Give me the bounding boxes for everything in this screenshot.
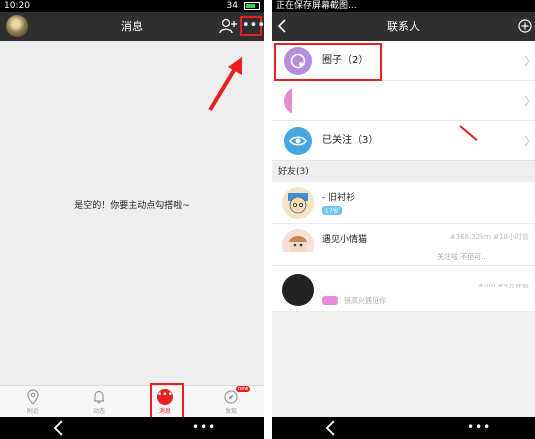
add-friend-icon[interactable] xyxy=(219,18,237,34)
empty-state-message: 是空的！你要主动点勾搭啦~ xyxy=(74,201,190,211)
chevron-right-icon xyxy=(524,135,530,147)
battery-icon xyxy=(244,2,260,10)
row-label: 已关注（3） xyxy=(322,135,379,146)
back-icon[interactable] xyxy=(324,419,338,437)
status-bar: 10:20 34 xyxy=(0,0,264,12)
bottom-navigation: 附近 动态 ••• 消息 new 发现 xyxy=(0,385,264,417)
new-badge: new xyxy=(236,386,251,392)
messages-header: 消息 ••• xyxy=(0,12,264,41)
contacts-header: 联系人 xyxy=(272,12,535,41)
content-area-empty xyxy=(272,312,535,417)
nav-tab-discover[interactable]: new 发现 xyxy=(198,386,264,417)
chevron-right-icon xyxy=(524,95,530,107)
nav-tab-feed[interactable]: 动态 xyxy=(66,386,132,417)
status-notification-text: 正在保存屏幕截图... xyxy=(276,1,357,11)
right-phone-screen: 正在保存屏幕截图... 联系人 圈子（2） 已关注（3） 好友(3) - 旧衬衫… xyxy=(272,0,535,439)
friend-name: 遇见小情猫 xyxy=(322,235,368,245)
friend-item[interactable]: - 旧衬衫 17岁 xyxy=(272,182,535,224)
contact-row-following[interactable]: 已关注（3） xyxy=(272,121,535,161)
annotation-highlight-box xyxy=(150,383,184,419)
left-phone-screen: 10:20 34 消息 ••• 是空的！你要主动点勾搭啦~ 附近 动态 ••• … xyxy=(0,0,264,439)
nav-label: 发现 xyxy=(224,408,237,415)
menu-dots-icon[interactable]: ••• xyxy=(467,417,491,437)
friend-signature: 关注啦 不但可... xyxy=(437,253,488,261)
screenshot-divider xyxy=(264,0,272,439)
nav-label: 附近 xyxy=(26,408,39,415)
annotation-highlight-box xyxy=(274,43,382,81)
status-time: 10:20 xyxy=(4,1,30,11)
age-gender-badge: 17岁 xyxy=(322,206,342,215)
battery-level: 34 xyxy=(226,1,238,11)
add-icon[interactable] xyxy=(518,19,532,33)
friend-signature: 很高兴遇见你 xyxy=(344,297,386,305)
annotation-arrow xyxy=(208,57,242,112)
nav-label: 动态 xyxy=(92,408,105,415)
status-bar: 正在保存屏幕截图... xyxy=(272,0,535,12)
more-options-button[interactable]: ••• xyxy=(240,16,264,36)
redaction-overlay xyxy=(264,252,374,261)
friend-name: - 旧衬衫 xyxy=(322,193,356,203)
back-icon[interactable] xyxy=(52,419,66,437)
friend-item[interactable]: #0m #4分钟前 很高兴遇见你 xyxy=(272,266,535,312)
system-navigation-bar: ••• xyxy=(0,417,264,439)
location-pin-icon xyxy=(27,389,39,405)
age-gender-badge xyxy=(322,296,338,305)
bell-icon xyxy=(94,390,104,404)
avatar xyxy=(282,274,314,306)
eye-icon xyxy=(284,127,312,155)
distance-time: #366.32km #18小时前 xyxy=(449,233,529,241)
page-title: 联系人 xyxy=(387,20,420,33)
menu-dots-icon[interactable]: ••• xyxy=(192,417,216,437)
section-header-friends: 好友(3) xyxy=(272,162,535,182)
redaction-overlay xyxy=(292,86,460,120)
system-navigation-bar: ••• xyxy=(272,417,535,439)
avatar xyxy=(282,187,314,219)
redaction-overlay xyxy=(372,278,535,284)
nav-tab-nearby[interactable]: 附近 xyxy=(0,386,66,417)
chevron-right-icon xyxy=(524,55,530,67)
